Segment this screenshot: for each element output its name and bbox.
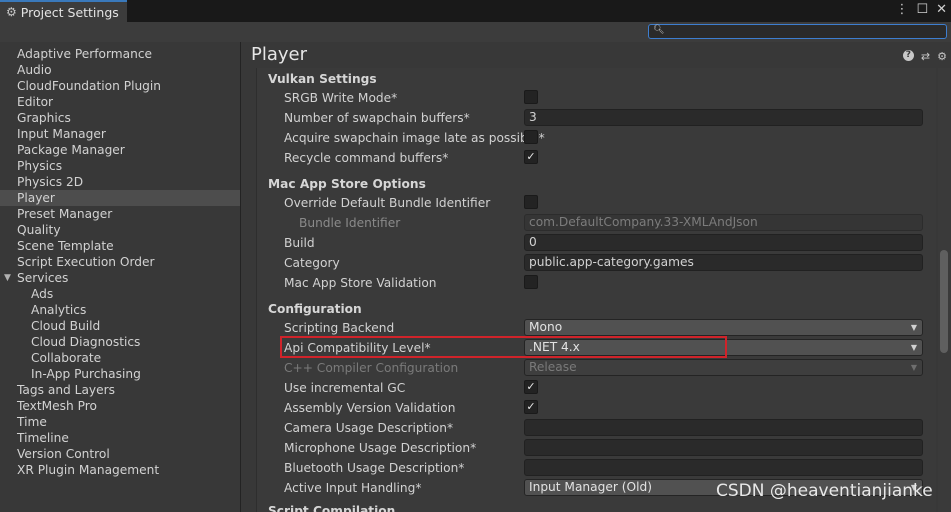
cpp-compiler-dropdown: Release ▼ xyxy=(524,359,923,376)
section-script-compilation: Script Compilation xyxy=(268,504,396,512)
sidebar: Adaptive Performance Audio CloudFoundati… xyxy=(0,42,241,512)
recycle-buffers-label: Recycle command buffers* xyxy=(284,151,449,165)
mac-validation-checkbox[interactable] xyxy=(524,275,538,289)
bundle-identifier-field: com.DefaultCompany.33-XMLAndJson xyxy=(524,214,923,231)
checkmark-icon: ✓ xyxy=(526,380,536,393)
sidebar-item-in-app-purchasing[interactable]: In-App Purchasing xyxy=(0,366,240,382)
sidebar-item-version-control[interactable]: Version Control xyxy=(0,446,240,462)
highlight-annotation xyxy=(280,336,727,358)
acquire-late-checkbox[interactable] xyxy=(524,130,538,144)
assembly-validation-checkbox[interactable]: ✓ xyxy=(524,400,538,414)
section-mac-app-store: Mac App Store Options xyxy=(268,177,426,191)
vertical-scrollbar[interactable] xyxy=(938,68,951,512)
expand-arrow-icon[interactable]: ▼ xyxy=(4,270,11,286)
input-handling-label: Active Input Handling* xyxy=(284,481,422,495)
chevron-down-icon: ▼ xyxy=(910,323,917,332)
sidebar-item-cloudfoundation-plugin[interactable]: CloudFoundation Plugin xyxy=(0,78,240,94)
sidebar-item-xr-plugin-management[interactable]: XR Plugin Management xyxy=(0,462,240,478)
scripting-backend-label: Scripting Backend xyxy=(284,321,395,335)
sidebar-item-services[interactable]: ▼ Services xyxy=(0,270,240,286)
swapchain-buffers-field[interactable]: 3 xyxy=(524,109,923,126)
acquire-late-label: Acquire swapchain image late as possible… xyxy=(284,131,545,145)
mac-validation-label: Mac App Store Validation xyxy=(284,276,437,290)
sidebar-item-script-execution-order[interactable]: Script Execution Order xyxy=(0,254,240,270)
category-field[interactable]: public.app-category.games xyxy=(524,254,923,271)
sidebar-item-audio[interactable]: Audio xyxy=(0,62,240,78)
close-icon[interactable]: ✕ xyxy=(936,2,947,17)
section-configuration: Configuration xyxy=(268,302,362,316)
search-input[interactable]: 🔍︎ xyxy=(648,24,947,39)
incremental-gc-label: Use incremental GC xyxy=(284,381,406,395)
camera-usage-field[interactable] xyxy=(524,419,923,436)
tab-project-settings[interactable]: ⚙ Project Settings xyxy=(0,0,127,22)
chevron-down-icon: ▼ xyxy=(910,343,917,352)
gear-icon: ⚙ xyxy=(6,5,17,19)
sidebar-item-time[interactable]: Time xyxy=(0,414,240,430)
sidebar-item-quality[interactable]: Quality xyxy=(0,222,240,238)
cpp-compiler-value: Release xyxy=(529,360,577,374)
build-label: Build xyxy=(284,236,315,250)
category-label: Category xyxy=(284,256,340,270)
chevron-down-icon: ▼ xyxy=(910,363,917,372)
scripting-backend-value: Mono xyxy=(529,320,563,334)
srgb-write-mode-checkbox[interactable] xyxy=(524,90,538,104)
bluetooth-usage-label: Bluetooth Usage Description* xyxy=(284,461,465,475)
help-icon[interactable]: ? xyxy=(902,50,914,61)
sidebar-item-textmesh-pro[interactable]: TextMesh Pro xyxy=(0,398,240,414)
sidebar-item-cloud-build[interactable]: Cloud Build xyxy=(0,318,240,334)
sidebar-item-analytics[interactable]: Analytics xyxy=(0,302,240,318)
sidebar-item-editor[interactable]: Editor xyxy=(0,94,240,110)
override-bundle-checkbox[interactable] xyxy=(524,195,538,209)
scripting-backend-dropdown[interactable]: Mono ▼ xyxy=(524,319,923,336)
bundle-identifier-label: Bundle Identifier xyxy=(299,216,401,230)
sidebar-item-collaborate[interactable]: Collaborate xyxy=(0,350,240,366)
tab-title: Project Settings xyxy=(20,4,119,20)
sidebar-item-tags-and-layers[interactable]: Tags and Layers xyxy=(0,382,240,398)
checkmark-icon: ✓ xyxy=(526,150,536,163)
srgb-write-mode-label: SRGB Write Mode* xyxy=(284,91,398,105)
settings-gear-icon[interactable]: ⚙ xyxy=(937,50,947,63)
window-controls: ⋮ ☐ ✕ xyxy=(895,2,947,17)
player-settings-content: Vulkan Settings SRGB Write Mode* Number … xyxy=(256,68,936,512)
sidebar-item-graphics[interactable]: Graphics xyxy=(0,110,240,126)
sidebar-item-input-manager[interactable]: Input Manager xyxy=(0,126,240,142)
cpp-compiler-label: C++ Compiler Configuration xyxy=(284,361,459,375)
main-panel: Player ? ⇄ ⚙ Vulkan Settings SRGB Write … xyxy=(241,42,951,512)
search-row: 🔍︎ xyxy=(0,22,951,42)
incremental-gc-checkbox[interactable]: ✓ xyxy=(524,380,538,394)
bluetooth-usage-field[interactable] xyxy=(524,459,923,476)
section-vulkan-settings: Vulkan Settings xyxy=(268,72,377,86)
sidebar-item-player[interactable]: Player xyxy=(0,190,240,206)
microphone-usage-field[interactable] xyxy=(524,439,923,456)
scrollbar-thumb[interactable] xyxy=(940,250,948,353)
title-bar: ⚙ Project Settings ⋮ ☐ ✕ xyxy=(0,0,951,22)
checkmark-icon: ✓ xyxy=(526,400,536,413)
recycle-buffers-checkbox[interactable]: ✓ xyxy=(524,150,538,164)
sidebar-item-timeline[interactable]: Timeline xyxy=(0,430,240,446)
sidebar-item-scene-template[interactable]: Scene Template xyxy=(0,238,240,254)
camera-usage-label: Camera Usage Description* xyxy=(284,421,454,435)
override-bundle-label: Override Default Bundle Identifier xyxy=(284,196,491,210)
sidebar-item-physics[interactable]: Physics xyxy=(0,158,240,174)
search-icon: 🔍︎ xyxy=(653,25,665,35)
assembly-validation-label: Assembly Version Validation xyxy=(284,401,456,415)
inspector-toolbar: ? ⇄ ⚙ xyxy=(902,50,947,63)
sidebar-item-physics-2d[interactable]: Physics 2D xyxy=(0,174,240,190)
input-handling-value: Input Manager (Old) xyxy=(529,480,652,494)
microphone-usage-label: Microphone Usage Description* xyxy=(284,441,477,455)
preset-icon[interactable]: ⇄ xyxy=(921,50,930,63)
watermark: CSDN @heaventianjianke xyxy=(716,481,933,501)
build-field[interactable]: 0 xyxy=(524,234,923,251)
sidebar-item-cloud-diagnostics[interactable]: Cloud Diagnostics xyxy=(0,334,240,350)
sidebar-item-adaptive-performance[interactable]: Adaptive Performance xyxy=(0,46,240,62)
sidebar-item-package-manager[interactable]: Package Manager xyxy=(0,142,240,158)
sidebar-item-ads[interactable]: Ads xyxy=(0,286,240,302)
swapchain-buffers-label: Number of swapchain buffers* xyxy=(284,111,470,125)
sidebar-item-preset-manager[interactable]: Preset Manager xyxy=(0,206,240,222)
maximize-icon[interactable]: ☐ xyxy=(916,2,928,17)
more-options-icon[interactable]: ⋮ xyxy=(895,2,908,17)
page-title: Player xyxy=(251,44,308,65)
